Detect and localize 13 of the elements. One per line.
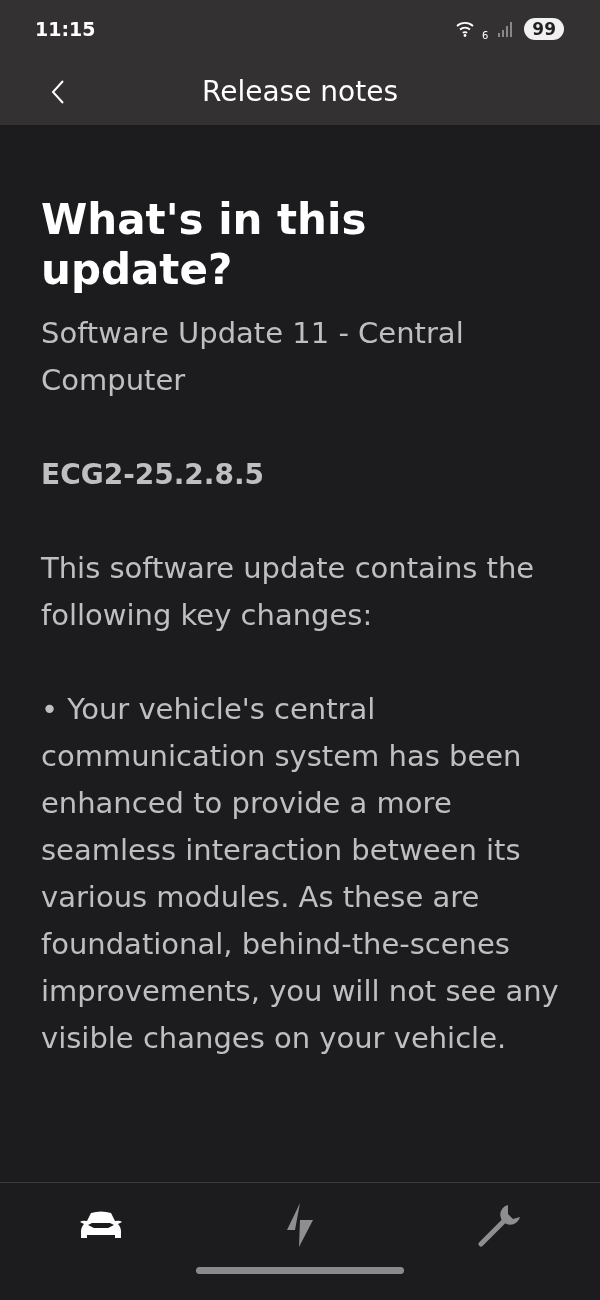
paragraph: This software update contains the following key changes: [41,549,536,634]
bullet-item: • Your vehicle's central communication system has been enhanced to provide a more seamless interaction between its various modules. As these are foundational, behind-the-scenes improvements, you will not see any visible changes on your vehicle. [41,690,560,1057]
signal-icon [498,21,515,37]
update-heading: What's in this update? [41,195,368,296]
bolt-tab[interactable] [285,1203,315,1247]
wifi-generation-label: 6 [481,29,489,41]
update-subtitle: Software Update 11 - Central Computer [41,314,465,399]
battery-indicator: 99 [524,18,564,40]
page-title: Release notes [202,75,398,108]
car-tab[interactable] [80,1210,122,1240]
wrench-tab[interactable] [478,1203,522,1247]
version-number: ECG2-25.2.8.5 [41,456,266,493]
status-time: 11:15 [35,18,96,40]
